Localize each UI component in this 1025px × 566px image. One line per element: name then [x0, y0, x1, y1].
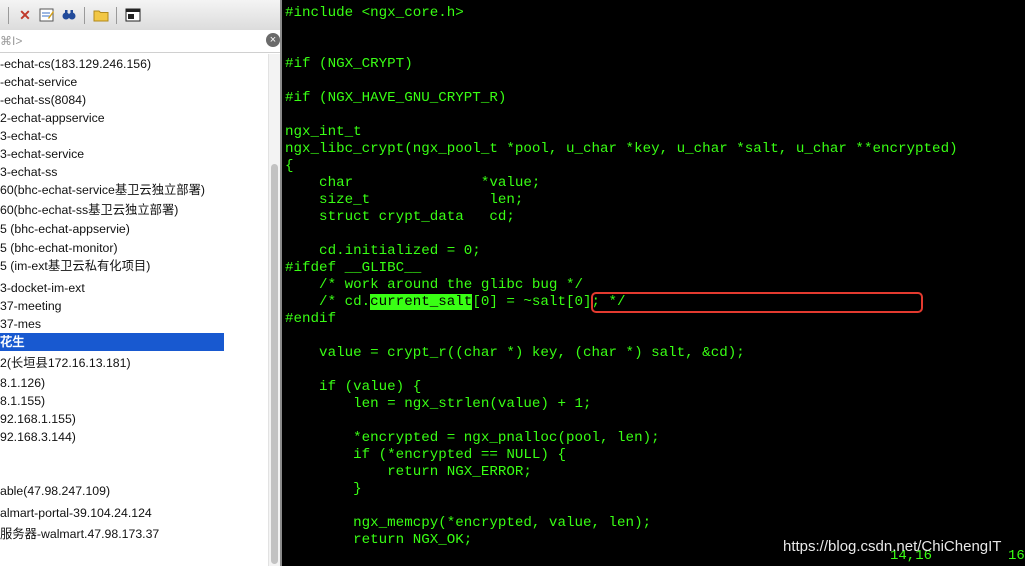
code-line: #if (NGX_HAVE_GNU_CRYPT_R) — [285, 90, 507, 106]
code-line: cd.initialized = 0; — [285, 243, 481, 259]
session-item[interactable]: 2(长垣县172.16.13.181) — [0, 354, 224, 372]
session-item[interactable]: 5 (bhc-echat-monitor) — [0, 239, 224, 257]
code-line: /* cd.current_salt[0] = ~salt[0]; */ — [285, 294, 626, 311]
session-item[interactable]: -echat-ss(8084) — [0, 91, 224, 109]
code-line: value = crypt_r((char *) key, (char *) s… — [285, 345, 745, 361]
session-item[interactable]: 3-docket-im-ext — [0, 279, 224, 297]
search-match: current_salt — [370, 294, 473, 310]
session-item[interactable] — [0, 446, 224, 464]
new-folder-icon[interactable] — [92, 6, 110, 24]
code-line: return NGX_OK; — [285, 532, 473, 548]
session-item[interactable]: 2-echat-appservice — [0, 109, 224, 127]
session-manager-panel: ✕ × -echat-cs(183.129.246.156)-echat-ser… — [0, 0, 280, 566]
properties-icon[interactable] — [38, 6, 56, 24]
code-line: if (value) { — [285, 379, 422, 395]
session-item[interactable]: almart-portal-39.104.24.124 — [0, 504, 224, 522]
code-line: } — [285, 481, 362, 497]
session-item[interactable]: 5 (im-ext基卫云私有化项目) — [0, 257, 224, 275]
code-line: { — [285, 158, 294, 174]
session-toolbar: ✕ — [0, 0, 280, 31]
session-item[interactable]: 60(bhc-echat-service基卫云独立部署) — [0, 181, 224, 199]
code-line: *encrypted = ngx_pnalloc(pool, len); — [285, 430, 660, 446]
code-line: size_t len; — [285, 192, 524, 208]
watermark: https://blog.csdn.net/ChiChengIT — [783, 538, 1002, 555]
toolbar-separator — [8, 7, 9, 24]
session-item[interactable]: -echat-cs(183.129.246.156) — [0, 55, 224, 73]
code-line: return NGX_ERROR; — [285, 464, 532, 480]
session-item[interactable]: 5 (bhc-echat-appservie) — [0, 220, 224, 238]
annotation-box — [591, 292, 923, 313]
session-item[interactable]: 8.1.126) — [0, 374, 224, 392]
session-item[interactable]: 60(bhc-echat-ss基卫云独立部署) — [0, 201, 224, 219]
code-line: /* work around the glibc bug */ — [285, 277, 583, 293]
session-filter-bar: × — [0, 30, 280, 53]
session-item[interactable]: 37-mes — [0, 315, 224, 333]
session-item[interactable]: 3-echat-service — [0, 145, 224, 163]
session-item[interactable]: 92.168.3.144) — [0, 428, 224, 446]
scroll-position: 16 — [1008, 548, 1025, 564]
code-line: #endif — [285, 311, 337, 327]
session-item[interactable]: -echat-service — [0, 73, 224, 91]
session-item[interactable] — [0, 464, 224, 482]
toolbar-separator — [116, 7, 117, 24]
session-item[interactable]: 8.1.155) — [0, 392, 224, 410]
code-line: #ifdef __GLIBC__ — [285, 260, 422, 276]
session-list: -echat-cs(183.129.246.156) -echat-service… — [0, 54, 268, 566]
session-item[interactable]: 3-echat-cs — [0, 127, 224, 145]
session-item[interactable]: 3-echat-ss — [0, 163, 224, 181]
session-item[interactable]: 92.168.1.155) — [0, 410, 224, 428]
code-text: /* cd. — [285, 294, 371, 310]
code-line: struct crypt_data cd; — [285, 209, 515, 225]
code-line: ngx_libc_crypt(ngx_pool_t *pool, u_char … — [285, 141, 958, 157]
scrollbar-thumb[interactable] — [271, 164, 278, 564]
session-filter-input[interactable] — [0, 31, 258, 50]
session-item[interactable]: 服务器-walmart.47.98.173.37 — [0, 525, 224, 543]
code-line: ngx_memcpy(*encrypted, value, len); — [285, 515, 652, 531]
session-item[interactable]: able(47.98.247.109) — [0, 482, 224, 500]
terminal-view[interactable]: #include <ngx_core.h> #if (NGX_CRYPT) #if … — [282, 0, 1025, 566]
session-list-scrollbar[interactable] — [268, 54, 280, 566]
code-line: char *value; — [285, 175, 541, 191]
delete-icon[interactable]: ✕ — [16, 6, 34, 24]
session-item[interactable]: 花生 — [0, 333, 224, 351]
code-line: #if (NGX_CRYPT) — [285, 56, 413, 72]
toolbar-separator — [84, 7, 85, 24]
clear-icon[interactable]: × — [266, 33, 280, 47]
session-window-icon[interactable] — [124, 6, 142, 24]
code-line: if (*encrypted == NULL) { — [285, 447, 566, 463]
code-line: #include <ngx_core.h> — [285, 5, 464, 21]
code-line: ngx_int_t — [285, 124, 362, 140]
session-item[interactable]: 37-meeting — [0, 297, 224, 315]
code-line: len = ngx_strlen(value) + 1; — [285, 396, 592, 412]
find-icon[interactable] — [60, 6, 78, 24]
